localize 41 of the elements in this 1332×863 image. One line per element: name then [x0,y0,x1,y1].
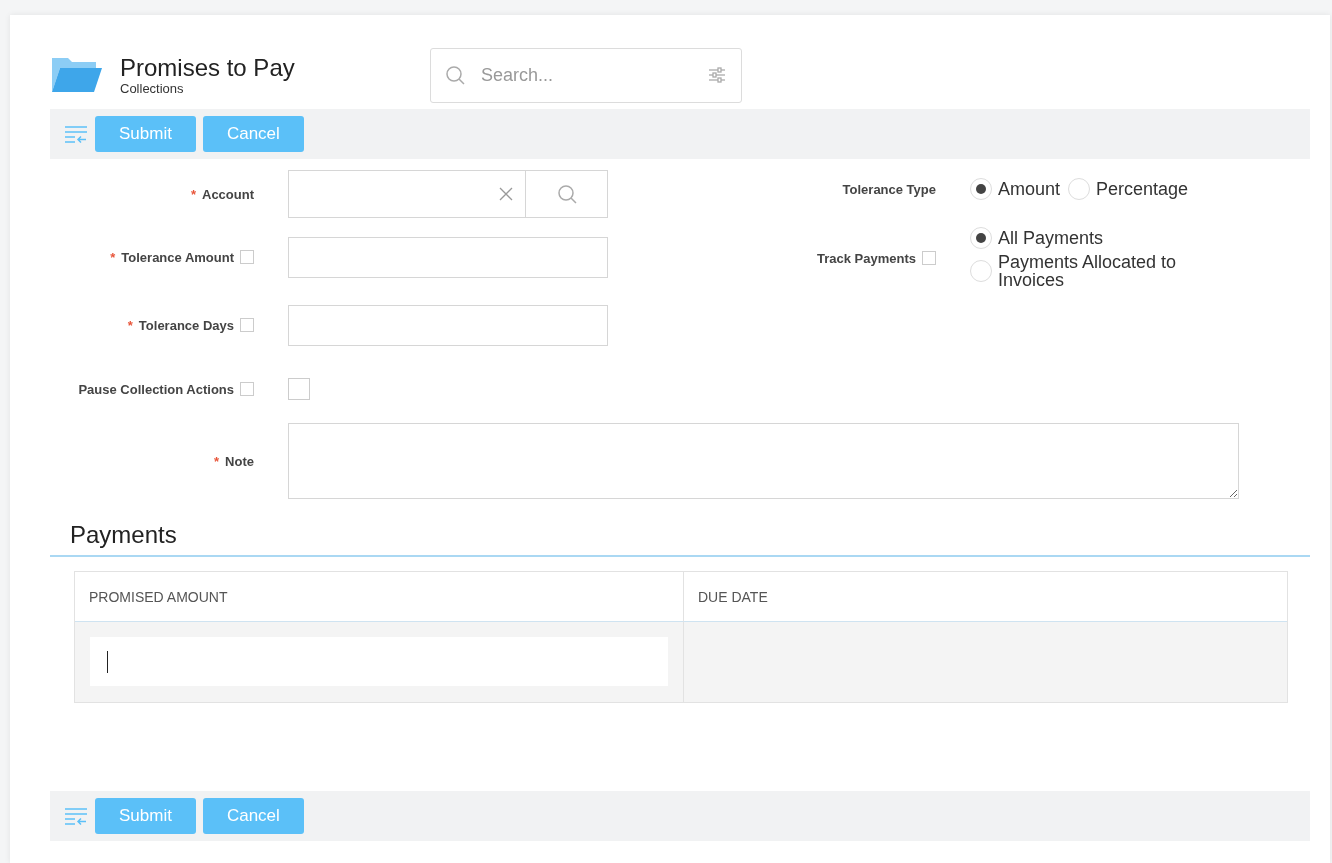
text-cursor [107,651,108,673]
required-asterisk: * [127,317,133,333]
field-label: Tolerance Type [842,181,936,197]
field-label: Account [202,186,254,202]
collapse-menu-icon[interactable] [64,124,88,144]
cancel-button[interactable]: Cancel [202,798,304,834]
required-asterisk: * [190,186,196,202]
search-icon [556,184,577,204]
help-icon[interactable] [922,251,936,265]
cancel-button[interactable]: Cancel [202,116,304,152]
text-field[interactable] [288,304,608,346]
amount-input-field[interactable] [90,637,668,686]
required-asterisk: * [110,249,116,265]
folder-icon [50,56,102,94]
required-asterisk: * [214,453,220,469]
field-label: Tolerance Days [138,317,234,333]
page-title: Promises to Pay [120,54,296,81]
page-subtitle: Collections [120,80,185,96]
submit-button[interactable]: Submit [95,116,196,152]
help-icon[interactable] [240,382,254,396]
help-icon[interactable] [240,250,254,264]
option-label: Amount [998,180,1061,198]
submit-button[interactable]: Submit [95,798,196,834]
help-icon[interactable] [240,318,254,332]
field-label: Pause Collection Actions [78,381,234,397]
checkbox[interactable] [288,378,310,400]
option-label: Percentage [1096,180,1189,198]
note-field[interactable] [288,423,1239,499]
search-field[interactable]: Search... [430,47,742,103]
search-icon [445,65,465,85]
collapse-menu-icon[interactable] [64,806,88,826]
section-title: Payments [50,521,1310,557]
option-label: Payments Allocated to Invoices [998,253,1178,289]
option-label: All Payments [998,229,1104,247]
text-field[interactable] [288,236,608,278]
filter-sliders-icon [707,65,727,85]
field-label: Track Payments [817,250,916,266]
account-lookup-field[interactable] [288,170,608,218]
close-icon [499,187,513,201]
field-label: Note [225,453,254,469]
field-label: Tolerance Amount [121,249,234,265]
